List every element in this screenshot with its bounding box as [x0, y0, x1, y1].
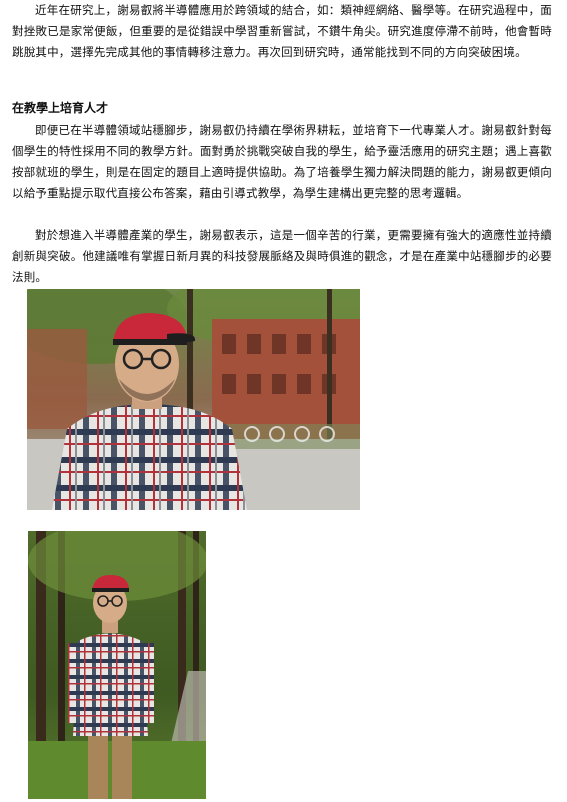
portrait-photo-landscape — [27, 289, 360, 510]
paragraph-advice: 對於想進入半導體產業的學生，謝易叡表示，這是一個辛苦的行業，更需要擁有強大的適應… — [12, 228, 552, 284]
section-heading: 在教學上培育人才 — [12, 101, 109, 115]
portrait-photo-standing — [28, 531, 206, 799]
document-page: 近年在研究上，謝易叡將半導體應用於跨領域的結合，如：類神經網絡、醫學等。在研究過… — [0, 0, 567, 802]
paragraph-research: 近年在研究上，謝易叡將半導體應用於跨領域的結合，如：類神經網絡、醫學等。在研究過… — [12, 3, 552, 59]
paragraph-teaching: 即便已在半導體領域站穩腳步，謝易叡仍持續在學術界耕耘，並培育下一代專業人才。謝易… — [12, 123, 552, 200]
